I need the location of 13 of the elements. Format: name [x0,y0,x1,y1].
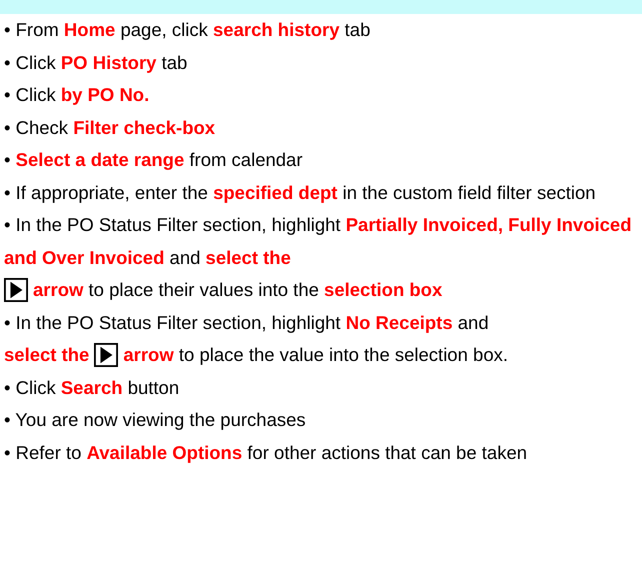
step-text: arrow to place the value into the selection box. [123,343,508,367]
step-text: • You are now viewing the purchases [3,408,307,432]
step-text: • If appropriate, enter the specified dept in the custom field filter section [3,180,597,205]
step-text: • Select a date range from calendar [3,148,304,172]
step-text: • Click Search button [3,376,180,400]
step-text: • Refer to Available Options for other actions that can be taken [3,440,528,465]
step-text: • Click by PO No. [3,83,150,107]
step-text: • Check Filter check-box [3,116,216,140]
step-text: • From Home page, click search history tab [3,18,372,42]
step-text: • In the PO Status Filter section, highlight No Receipts and [3,310,490,335]
step-text: • Click PO History tab [3,50,188,75]
step-text: select the [4,343,90,367]
step-text: arrow to place their values into the selection box [33,278,442,302]
